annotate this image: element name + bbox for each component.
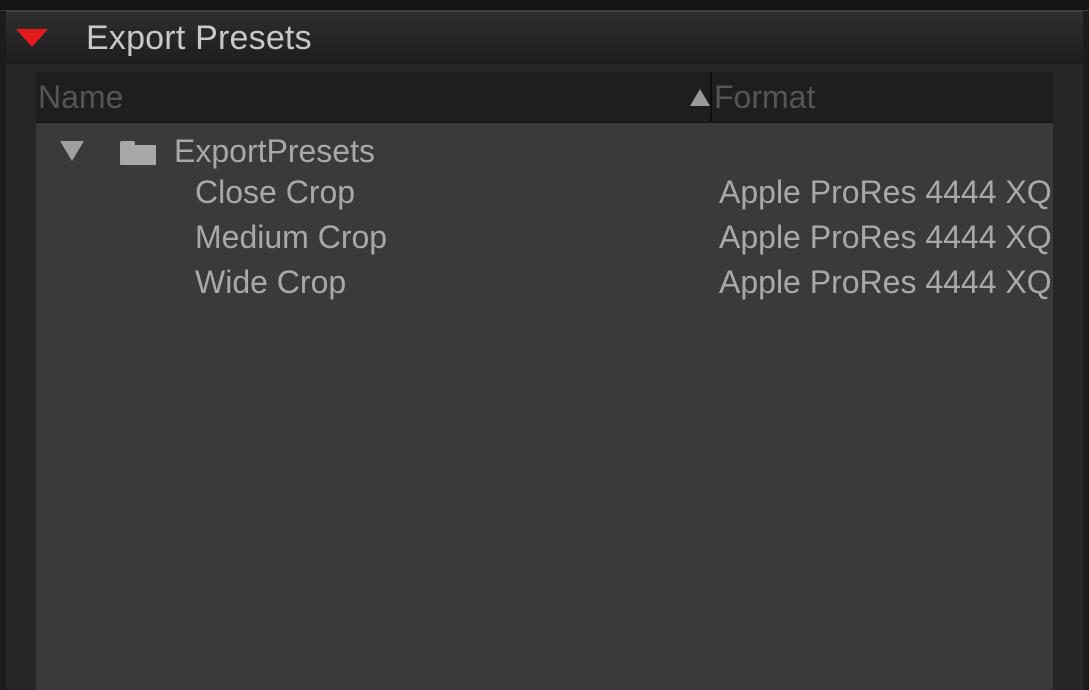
- top-strip: [0, 0, 1089, 11]
- preset-format: Apple ProRes 4444 XQ: [719, 264, 1052, 300]
- column-divider[interactable]: [710, 72, 712, 122]
- preset-name: Close Crop: [195, 174, 356, 210]
- sort-ascending-icon[interactable]: [690, 89, 710, 106]
- preset-name: Medium Crop: [195, 219, 388, 255]
- preset-format: Apple ProRes 4444 XQ: [719, 219, 1052, 255]
- table-header: Name Format: [36, 72, 1053, 123]
- panel-body: Name Format ExportPresets Close Crop App…: [6, 64, 1083, 690]
- folder-row[interactable]: ExportPresets: [36, 129, 1053, 173]
- column-header-format[interactable]: Format: [714, 72, 1053, 122]
- folder-icon: [120, 141, 156, 165]
- table-row[interactable]: Close Crop Apple ProRes 4444 XQ: [36, 170, 1053, 214]
- preset-format: Apple ProRes 4444 XQ: [719, 174, 1052, 210]
- table-row[interactable]: Wide Crop Apple ProRes 4444 XQ: [36, 260, 1053, 304]
- collapse-triangle-icon[interactable]: [16, 29, 48, 47]
- table-row[interactable]: Medium Crop Apple ProRes 4444 XQ: [36, 215, 1053, 259]
- presets-table: Name Format ExportPresets Close Crop App…: [36, 72, 1053, 690]
- panel-header[interactable]: Export Presets: [6, 11, 1083, 65]
- column-header-name[interactable]: Name: [38, 72, 708, 122]
- app-window: Export Presets Name Format ExportPresets…: [0, 0, 1089, 690]
- column-header-name-label: Name: [38, 78, 124, 115]
- panel-title: Export Presets: [86, 18, 312, 57]
- preset-name: Wide Crop: [195, 264, 347, 300]
- folder-label: ExportPresets: [174, 133, 375, 169]
- column-header-format-label: Format: [714, 78, 816, 115]
- expand-triangle-icon[interactable]: [60, 141, 84, 161]
